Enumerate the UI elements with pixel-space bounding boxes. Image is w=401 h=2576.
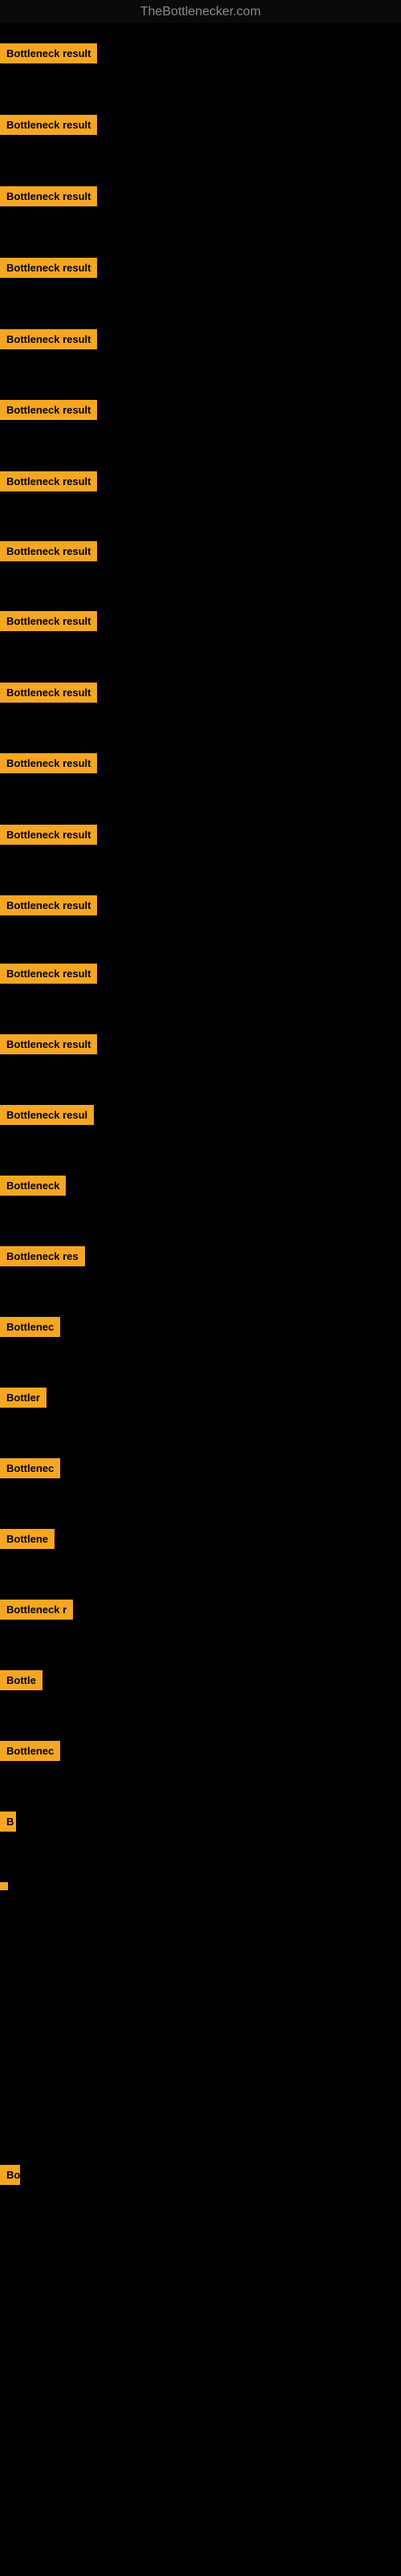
bottleneck-label: Bottler — [0, 1388, 47, 1408]
bottleneck-label: Bottleneck result — [0, 895, 97, 915]
bottleneck-label: Bottleneck result — [0, 1034, 97, 1054]
bottleneck-label: Bottleneck result — [0, 43, 97, 63]
bottleneck-label: Bo — [0, 2165, 20, 2185]
bottleneck-label: Bottlenec — [0, 1741, 60, 1761]
bottleneck-label: Bottleneck — [0, 1176, 66, 1196]
bottleneck-label: Bottleneck result — [0, 683, 97, 703]
bottleneck-label — [0, 1882, 8, 1890]
bottleneck-label: Bottlenec — [0, 1317, 60, 1337]
bottleneck-label: Bottleneck result — [0, 825, 97, 845]
bottleneck-label: Bottleneck resul — [0, 1105, 94, 1125]
bottleneck-label: Bottleneck res — [0, 1246, 85, 1266]
bottleneck-label: Bottleneck result — [0, 400, 97, 420]
bottleneck-label: Bottle — [0, 1670, 43, 1690]
bottleneck-label: Bottlenec — [0, 1458, 60, 1478]
bottleneck-label: B — [0, 1812, 16, 1832]
bottleneck-label: Bottleneck result — [0, 186, 97, 206]
bottleneck-label: Bottleneck result — [0, 964, 97, 984]
bottleneck-label: Bottlene — [0, 1529, 55, 1549]
bottleneck-label: Bottleneck result — [0, 329, 97, 349]
bottleneck-label: Bottleneck result — [0, 471, 97, 491]
bottleneck-label: Bottleneck r — [0, 1600, 73, 1620]
site-title: TheBottlenecker.com — [0, 0, 401, 22]
bottleneck-label: Bottleneck result — [0, 541, 97, 561]
bottleneck-label: Bottleneck result — [0, 611, 97, 631]
bottleneck-label: Bottleneck result — [0, 753, 97, 773]
bottleneck-label: Bottleneck result — [0, 115, 97, 135]
bottleneck-label: Bottleneck result — [0, 258, 97, 278]
